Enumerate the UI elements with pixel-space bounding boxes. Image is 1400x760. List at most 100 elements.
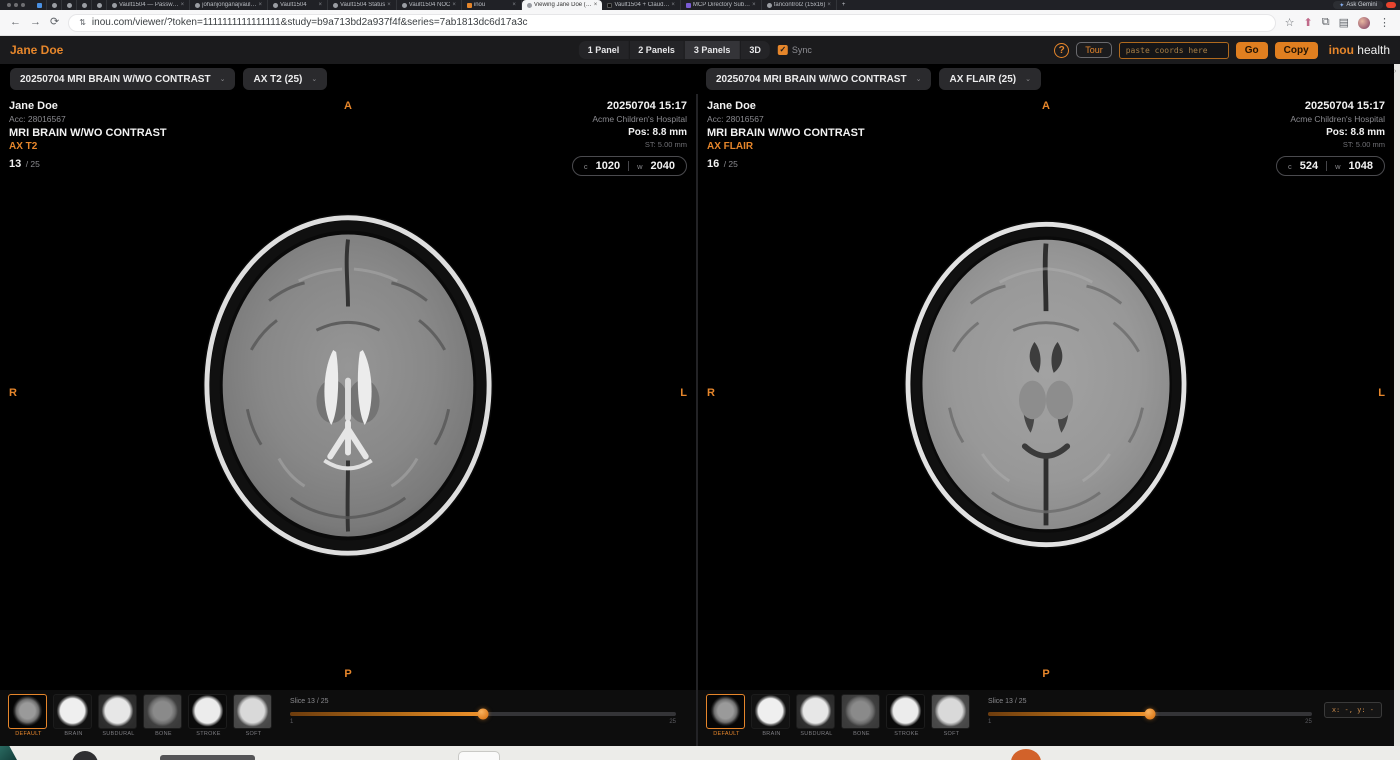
- preset-subdural[interactable]: SUBDURAL: [98, 694, 139, 737]
- sync-checkbox-icon[interactable]: ✓: [778, 45, 788, 55]
- pinned-tab[interactable]: [77, 0, 92, 10]
- preset-thumbnail-image[interactable]: [233, 694, 272, 729]
- tab-close-icon[interactable]: ×: [512, 2, 516, 8]
- overlay-datetime: 20250704 15:17: [1276, 100, 1385, 112]
- pinned-tab[interactable]: [47, 0, 62, 10]
- sync-toggle[interactable]: ✓ Sync: [778, 45, 812, 55]
- preset-stroke[interactable]: STROKE: [188, 694, 229, 737]
- bookmark-star-icon[interactable]: ☆: [1285, 16, 1295, 29]
- pinned-tab[interactable]: [92, 0, 107, 10]
- preset-default[interactable]: DEFAULT: [706, 694, 747, 737]
- slider-handle[interactable]: [1144, 709, 1155, 720]
- url-bar[interactable]: ⇅ inou.com/viewer/?token=111111111111111…: [68, 14, 1275, 32]
- go-button[interactable]: Go: [1236, 42, 1268, 59]
- zoom-window-icon[interactable]: [21, 3, 25, 7]
- browser-tab[interactable]: Vault1504 ×: [268, 0, 328, 10]
- pinned-tab[interactable]: [62, 0, 77, 10]
- menu-icon[interactable]: ⋮: [1379, 16, 1390, 29]
- browser-tab[interactable]: johanjonganajvaul… ×: [190, 0, 268, 10]
- ask-gemini-button[interactable]: ✦ Ask Gemini: [1333, 1, 1383, 9]
- panel-button-3[interactable]: 3 Panels: [685, 41, 741, 59]
- slider-handle[interactable]: [478, 709, 489, 720]
- ask-gemini-label: Ask Gemini: [1346, 2, 1377, 8]
- preset-brain[interactable]: BRAIN: [53, 694, 94, 737]
- close-window-icon[interactable]: [7, 3, 11, 7]
- preset-thumbnail-image[interactable]: [796, 694, 835, 729]
- preset-thumbnail-image[interactable]: [751, 694, 790, 729]
- tab-close-icon[interactable]: ×: [827, 2, 831, 8]
- panel-button-1[interactable]: 1 Panel: [579, 41, 630, 59]
- preset-thumbnail-image[interactable]: [841, 694, 880, 729]
- pinned-tab[interactable]: [32, 0, 47, 10]
- browser-tab[interactable]: Vault1504 — Passw… ×: [107, 0, 190, 10]
- preset-stroke[interactable]: STROKE: [886, 694, 927, 737]
- browser-tab[interactable]: Vault1504 + Claud… ×: [602, 0, 681, 10]
- browser-tab[interactable]: fancontrol2 (15x16) ×: [762, 0, 837, 10]
- preset-thumbnail-image[interactable]: [53, 694, 92, 729]
- preset-thumbnail-image[interactable]: [143, 694, 182, 729]
- tour-button[interactable]: Tour: [1076, 42, 1112, 58]
- series-dropdown-right[interactable]: AX FLAIR (25) ⌄: [939, 68, 1041, 90]
- preset-thumbnail-image[interactable]: [98, 694, 137, 729]
- tab-close-icon[interactable]: ×: [671, 2, 675, 8]
- logo-suffix: health: [1357, 43, 1390, 57]
- bookmarks-icon[interactable]: ⧉: [1322, 16, 1330, 29]
- reload-icon[interactable]: ⟳: [50, 17, 59, 28]
- preset-bone[interactable]: BONE: [143, 694, 184, 737]
- browser-tab[interactable]: Vault1504 NOC ×: [397, 0, 462, 10]
- panel-button-3d[interactable]: 3D: [740, 41, 770, 59]
- preset-subdural[interactable]: SUBDURAL: [796, 694, 837, 737]
- tab-close-icon[interactable]: ×: [258, 2, 262, 8]
- preset-soft[interactable]: SOFT: [233, 694, 274, 737]
- browser-tab[interactable]: inou ×: [462, 0, 522, 10]
- slider-track[interactable]: [290, 712, 676, 716]
- back-icon[interactable]: ←: [10, 17, 21, 28]
- preset-soft[interactable]: SOFT: [931, 694, 972, 737]
- preset-label: DEFAULT: [706, 731, 747, 737]
- preset-default[interactable]: DEFAULT: [8, 694, 49, 737]
- preset-label: BONE: [143, 731, 184, 737]
- tab-close-icon[interactable]: ×: [752, 2, 756, 8]
- side-panel-icon[interactable]: ▤: [1339, 16, 1349, 29]
- window-level-pill[interactable]: c 524 w 1048: [1276, 156, 1385, 176]
- browser-tab[interactable]: Vault1504 Status ×: [328, 0, 397, 10]
- viewport-right[interactable]: A P R L Jane Doe Acc: 28016567 MRI BRAIN…: [698, 94, 1394, 746]
- study-dropdown-left[interactable]: 20250704 MRI BRAIN W/WO CONTRAST ⌄: [10, 68, 235, 90]
- preset-thumbnail-image[interactable]: [8, 694, 47, 729]
- tab-close-icon[interactable]: ×: [181, 2, 185, 8]
- tab-close-icon[interactable]: ×: [318, 2, 322, 8]
- browser-tab-active[interactable]: Viewing Jane Doe (… ×: [522, 0, 602, 10]
- mri-image-flair[interactable]: [901, 219, 1191, 556]
- study-dropdown-right[interactable]: 20250704 MRI BRAIN W/WO CONTRAST ⌄: [706, 68, 931, 90]
- panel-button-2[interactable]: 2 Panels: [629, 41, 685, 59]
- preset-bone[interactable]: BONE: [841, 694, 882, 737]
- chevron-down-icon: ⌄: [916, 75, 922, 83]
- preset-thumbnail-image[interactable]: [188, 694, 227, 729]
- profile-avatar[interactable]: [1358, 17, 1370, 29]
- preset-brain[interactable]: BRAIN: [751, 694, 792, 737]
- copy-button[interactable]: Copy: [1275, 42, 1318, 59]
- new-tab-button[interactable]: +: [837, 0, 851, 10]
- slider-track[interactable]: [988, 712, 1312, 716]
- viewport-left[interactable]: A P R L Jane Doe Acc: 28016567 MRI BRAIN…: [0, 94, 696, 746]
- window-controls[interactable]: [0, 0, 32, 10]
- tab-close-icon[interactable]: ×: [387, 2, 391, 8]
- help-icon[interactable]: ?: [1054, 43, 1069, 58]
- share-icon[interactable]: ⬆: [1304, 16, 1313, 29]
- mri-image-t2[interactable]: [200, 210, 496, 565]
- window-level-pill[interactable]: c 1020 w 2040: [572, 156, 687, 176]
- tab-close-icon[interactable]: ×: [452, 2, 456, 8]
- overlay-institution: Acme Children's Hospital: [1276, 114, 1385, 124]
- paste-coords-input[interactable]: [1119, 42, 1229, 59]
- preset-thumbnail-image[interactable]: [886, 694, 925, 729]
- tab-close-icon[interactable]: ×: [594, 2, 598, 8]
- site-info-icon[interactable]: ⇅: [79, 18, 86, 27]
- center-value: 524: [1300, 160, 1318, 172]
- forward-icon[interactable]: →: [30, 17, 41, 28]
- series-dropdown-left[interactable]: AX T2 (25) ⌄: [243, 68, 327, 90]
- minimize-window-icon[interactable]: [14, 3, 18, 7]
- browser-tab[interactable]: MCP Directory Sub… ×: [681, 0, 762, 10]
- overlay-slice-total: / 25: [26, 159, 40, 169]
- preset-thumbnail-image[interactable]: [931, 694, 970, 729]
- preset-thumbnail-image[interactable]: [706, 694, 745, 729]
